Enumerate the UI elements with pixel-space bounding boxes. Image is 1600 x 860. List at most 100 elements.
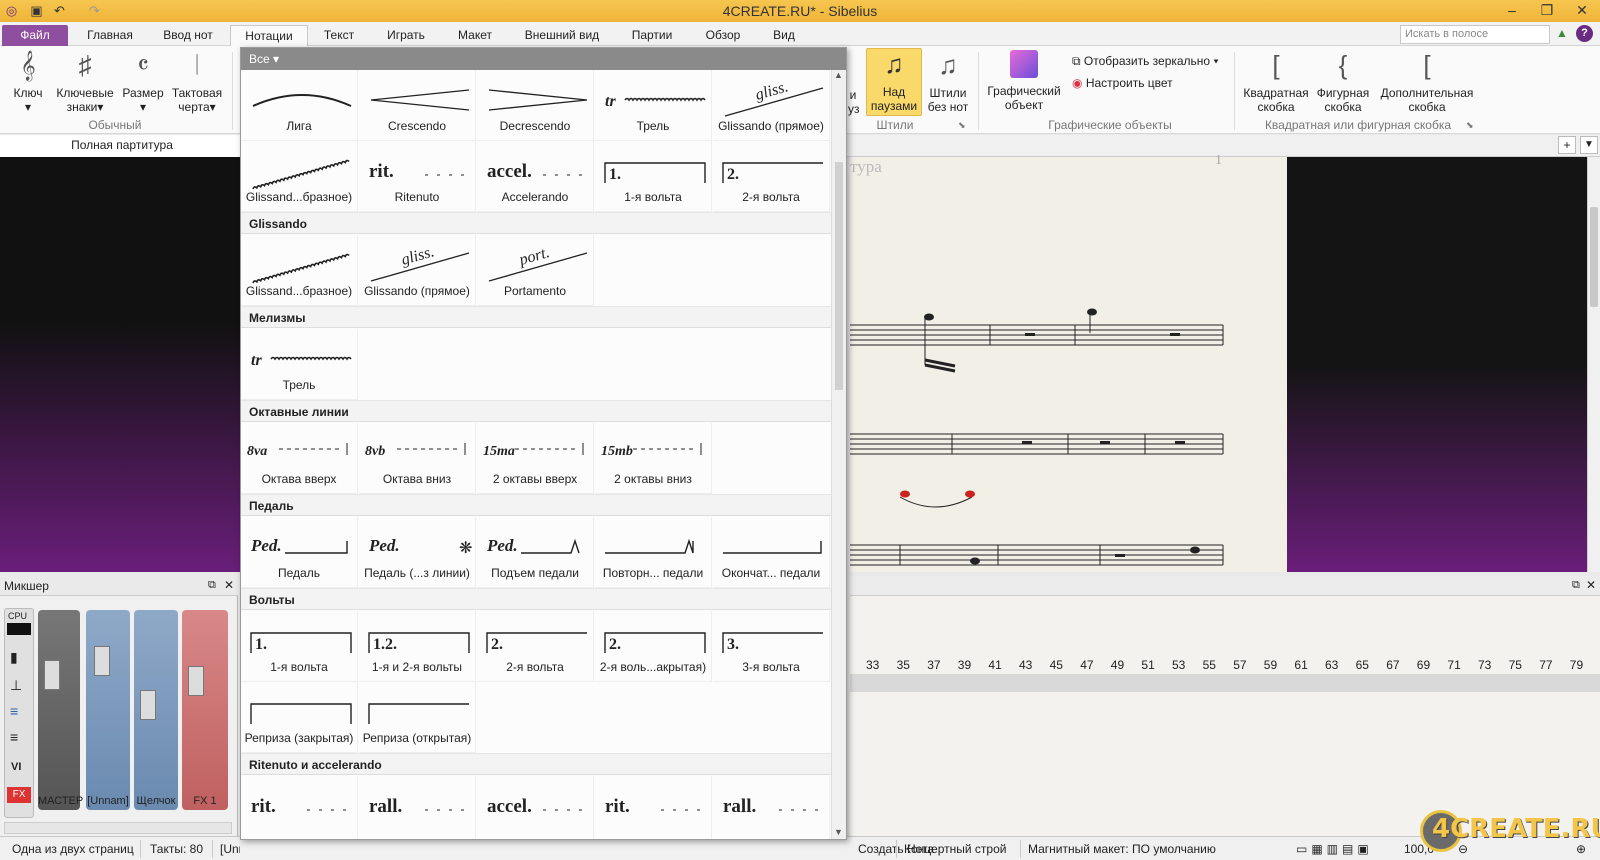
tab-parts[interactable]: Партии	[622, 25, 682, 46]
tab-note-input[interactable]: Ввод нот	[152, 25, 224, 46]
tab-home[interactable]: Главная	[78, 25, 142, 46]
gallery-item[interactable]: tr Трель	[241, 329, 358, 400]
add-tab-button[interactable]: +	[1558, 136, 1576, 154]
close-button[interactable]: ✕	[1565, 0, 1599, 21]
gallery-item[interactable]: rit.	[595, 776, 712, 839]
gallery-item[interactable]: 2. 2-я воль...акрытая)	[595, 611, 712, 682]
gallery-item[interactable]: Повторн... педали	[595, 517, 712, 588]
vi-button[interactable]: VI	[11, 761, 21, 773]
tab-review[interactable]: Обзор	[694, 25, 752, 46]
tab-full-score[interactable]: Полная партитура	[0, 135, 245, 157]
stems-without-notes-button[interactable]: ♫ Штили без нот	[926, 50, 970, 114]
line-preview-icon: Ped.	[250, 536, 348, 555]
gallery-item[interactable]: 8vb Октава вниз	[359, 423, 476, 494]
gallery-item[interactable]: accel.	[477, 776, 594, 839]
time-signature-button[interactable]: 𝄴 Размер ▾	[120, 50, 166, 114]
status-magnetic-layout[interactable]: Магнитный макет: ПО умолчанию	[1028, 842, 1216, 856]
sub-bracket-button[interactable]: [Дополнительная скобка	[1378, 50, 1476, 114]
gallery-item[interactable]: 1. 1-я вольта	[595, 141, 712, 212]
gallery-item[interactable]: 15mb 2 октавы вниз	[595, 423, 712, 494]
mixer-strip-unnamed[interactable]	[86, 610, 130, 810]
gallery-item[interactable]: 15ma 2 октавы вверх	[477, 423, 594, 494]
view-mode-icons[interactable]: ▭▦▥▤▣	[1296, 842, 1373, 856]
float-icon[interactable]: ⧉	[1572, 579, 1580, 592]
list-icon-2[interactable]: ≡	[10, 729, 18, 745]
fader-fx1[interactable]	[188, 666, 204, 696]
gallery-item[interactable]: Ped. ❋ Педаль (...з линии)	[359, 517, 476, 588]
tab-file[interactable]: Файл	[2, 25, 68, 46]
restore-button[interactable]: ❐	[1530, 0, 1564, 21]
tab-layout[interactable]: Макет	[448, 25, 502, 46]
float-icon[interactable]: ⧉	[208, 579, 216, 592]
dialog-launcher-icon[interactable]: ⬊	[958, 120, 966, 131]
key-signature-button[interactable]: ♯ Ключевые знаки▾	[52, 50, 118, 114]
mirror-button[interactable]: ⧉ Отобразить зеркально ▾	[1072, 54, 1218, 69]
gallery-item[interactable]: Реприза (закрытая)	[241, 682, 358, 753]
fx-button[interactable]: FX	[7, 787, 31, 803]
graphic-object-button[interactable]: Графический объект	[986, 50, 1062, 112]
clef-button[interactable]: 𝄞 Ключ ▾	[6, 50, 50, 114]
gallery-item[interactable]: Glissand...бразное)	[241, 235, 358, 306]
gallery-item[interactable]: Ped. Подъем педали	[477, 517, 594, 588]
gallery-item[interactable]: rall.	[359, 776, 476, 839]
fader-icon[interactable]: ⊥	[10, 677, 22, 694]
gallery-item[interactable]: tr Трель	[595, 70, 712, 141]
stems-above-rests-button[interactable]: ♫ Над паузами	[866, 48, 922, 116]
gallery-item[interactable]: 3. 3-я вольта	[713, 611, 830, 682]
minimize-ribbon-icon[interactable]: ▲	[1556, 26, 1568, 40]
gallery-item[interactable]: rall.	[713, 776, 830, 839]
tab-play[interactable]: Играть	[376, 25, 436, 46]
timeline-close-icon[interactable]: ✕	[1586, 578, 1596, 592]
mixer-strip-fx1[interactable]	[182, 610, 228, 810]
gallery-item[interactable]: 2. 2-я вольта	[713, 141, 830, 212]
fader-click[interactable]	[140, 690, 156, 720]
scroll-down-icon[interactable]: ▼	[834, 827, 843, 837]
square-bracket-button[interactable]: [Квадратная скобка	[1242, 50, 1310, 114]
score-vertical-scrollbar[interactable]	[1587, 157, 1600, 572]
gallery-item[interactable]: Окончат... педали	[713, 517, 830, 588]
help-icon[interactable]: ?	[1576, 25, 1593, 42]
barline-button[interactable]: 𝄀 Тактовая черта▾	[168, 50, 226, 114]
gallery-item[interactable]: 1.2. 1-я и 2-я вольты	[359, 611, 476, 682]
gallery-item[interactable]: rit.	[241, 776, 358, 839]
tab-appearance[interactable]: Внешний вид	[514, 25, 610, 46]
gallery-filter-dropdown[interactable]: Все ▾	[241, 48, 846, 70]
status-concert-pitch[interactable]: Концертный строй	[904, 842, 1006, 856]
gallery-item[interactable]: Ped. Педаль	[241, 517, 358, 588]
mixer-strip-master[interactable]	[38, 610, 80, 810]
tab-list-button[interactable]: ▼	[1580, 136, 1598, 154]
ribbon-search-input[interactable]: Искать в полосе	[1400, 25, 1550, 44]
gallery-item[interactable]: accel. Accelerando	[477, 141, 594, 212]
tab-view[interactable]: Вид	[764, 25, 804, 46]
fader-unnamed[interactable]	[94, 646, 110, 676]
meter-icon[interactable]: ▮	[10, 649, 18, 666]
gallery-item[interactable]: Crescendo	[359, 70, 476, 141]
gallery-item[interactable]: 8va Октава вверх	[241, 423, 358, 494]
gallery-item[interactable]: 1. 1-я вольта	[241, 611, 358, 682]
timeline-track[interactable]	[850, 674, 1600, 692]
scrollbar-thumb[interactable]	[1590, 207, 1598, 307]
gallery-item[interactable]: Реприза (открытая)	[359, 682, 476, 753]
gallery-scroll-thumb[interactable]	[835, 162, 843, 390]
set-color-button[interactable]: ◉ Настроить цвет	[1072, 76, 1173, 90]
gallery-item[interactable]: rit. Ritenuto	[359, 141, 476, 212]
gallery-item[interactable]: port. Portamento	[477, 235, 594, 306]
curly-bracket-button[interactable]: {Фигурная скобка	[1314, 50, 1372, 114]
gallery-item[interactable]: gliss. Glissando (прямое)	[359, 235, 476, 306]
tab-text[interactable]: Текст	[314, 25, 364, 46]
gallery-item[interactable]: Glissand...бразное)	[241, 141, 358, 212]
gallery-item[interactable]: 2. 2-я вольта	[477, 611, 594, 682]
minimize-button[interactable]: –	[1495, 0, 1529, 21]
mixer-close-icon[interactable]: ✕	[224, 578, 234, 592]
gallery-scrollbar[interactable]: ▲ ▼	[831, 70, 846, 839]
mixer-hscrollbar[interactable]	[4, 822, 232, 834]
gallery-item[interactable]: Decrescendo	[477, 70, 594, 141]
gallery-item[interactable]: Лига	[241, 70, 358, 141]
gallery-item[interactable]: gliss. Glissando (прямое)	[713, 70, 830, 141]
scroll-up-icon[interactable]: ▲	[834, 70, 843, 80]
list-icon[interactable]: ≡	[10, 703, 18, 719]
fader-master[interactable]	[44, 660, 60, 690]
tab-notations[interactable]: Нотации	[230, 25, 308, 46]
dialog-launcher-icon[interactable]: ⬊	[1466, 120, 1474, 131]
score-page[interactable]: тура 1	[850, 153, 1287, 572]
